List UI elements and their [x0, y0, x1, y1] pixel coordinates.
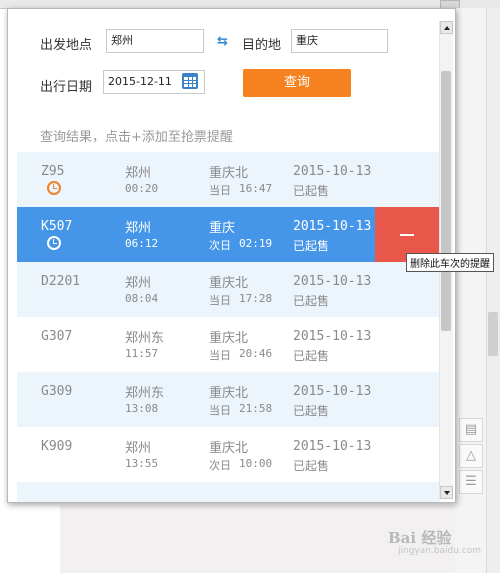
- train-row[interactable]: K909 郑州 13:55 重庆北 次日 10:00 2015-10-13 已起…: [17, 427, 440, 482]
- arrival-day: 次日: [209, 239, 231, 252]
- from-station: 郑州: [125, 276, 152, 291]
- train-row[interactable]: G309 郑州东 13:08 重庆北 当日 21:58 2015-10-13 已…: [17, 372, 440, 427]
- alarm-clock-icon[interactable]: [47, 181, 61, 195]
- departure-time: 13:55: [125, 457, 159, 470]
- departure-time: 13:08: [125, 402, 159, 415]
- sale-status: 已起售: [293, 239, 330, 253]
- arrival-time: 21:58: [239, 402, 273, 415]
- popup-scrollbar-thumb[interactable]: [441, 71, 451, 331]
- train-row[interactable]: D2201 郑州 08:04 重庆北 当日 17:28 2015-10-13 已…: [17, 262, 440, 317]
- from-station: 郑州: [125, 221, 152, 236]
- train-code: K507: [41, 219, 73, 234]
- query-button[interactable]: 查询: [243, 69, 351, 97]
- swap-icon[interactable]: ⇆: [217, 35, 233, 49]
- to-station: 重庆北: [209, 441, 249, 456]
- to-station: 重庆北: [209, 386, 249, 401]
- departure-label: 出发地点: [40, 38, 93, 53]
- scroll-up-arrow-icon[interactable]: [440, 21, 453, 34]
- arrival-time: 02:19: [239, 237, 273, 250]
- arrival-time: 16:47: [239, 182, 273, 195]
- scroll-down-arrow-icon[interactable]: [440, 486, 453, 499]
- sale-status: 已起售: [293, 404, 330, 418]
- train-code: G307: [41, 329, 73, 344]
- destination-label: 目的地: [242, 38, 282, 53]
- sale-date: 2015-10-13: [293, 384, 372, 399]
- results-hint: 查询结果，点击+添加至抢票提醒: [40, 130, 233, 145]
- from-station: 郑州东: [125, 386, 165, 401]
- to-station: 重庆: [209, 221, 236, 236]
- sale-status: 已起售: [293, 459, 330, 473]
- train-row-partial[interactable]: [17, 482, 440, 502]
- destination-input[interactable]: 重庆: [291, 29, 388, 53]
- up-arrow-icon[interactable]: △: [459, 444, 483, 468]
- page-scrollbar[interactable]: [486, 8, 500, 573]
- sale-date: 2015-10-13: [293, 329, 372, 344]
- sale-status: 已起售: [293, 184, 330, 198]
- departure-time: 11:57: [125, 347, 159, 360]
- list-icon[interactable]: ☰: [459, 470, 483, 494]
- ticket-reminder-popup: 出发地点 郑州 ⇆ 目的地 重庆 出行日期 2015-12-11 查询 查询结果…: [7, 8, 456, 503]
- sale-date: 2015-10-13: [293, 219, 372, 234]
- train-code: K909: [41, 439, 73, 454]
- to-station: 重庆北: [209, 331, 249, 346]
- date-label: 出行日期: [40, 80, 93, 95]
- watermark-logo: Bai 经验: [388, 529, 452, 547]
- page-scrollbar-thumb[interactable]: [488, 312, 498, 356]
- sale-status: 已起售: [293, 349, 330, 363]
- arrival-day: 当日: [209, 294, 231, 307]
- sale-status: 已起售: [293, 294, 330, 308]
- train-code: G309: [41, 384, 73, 399]
- arrival-day: 次日: [209, 459, 231, 472]
- train-row[interactable]: Z95 郑州 00:20 重庆北 当日 16:47 2015-10-13 已起售: [17, 152, 440, 207]
- arrival-time: 17:28: [239, 292, 273, 305]
- departure-time: 08:04: [125, 292, 159, 305]
- from-station: 郑州: [125, 166, 152, 181]
- departure-time: 00:20: [125, 182, 159, 195]
- watermark-url: jingyan.baidu.com: [398, 546, 482, 556]
- sale-date: 2015-10-13: [293, 164, 372, 179]
- from-station: 郑州东: [125, 331, 165, 346]
- arrival-time: 10:00: [239, 457, 273, 470]
- train-row-selected[interactable]: K507 郑州 06:12 重庆 次日 02:19 2015-10-13 已起售: [17, 207, 440, 262]
- sale-date: 2015-10-13: [293, 439, 372, 454]
- arrival-day: 当日: [209, 184, 231, 197]
- arrival-day: 当日: [209, 349, 231, 362]
- departure-time: 06:12: [125, 237, 159, 250]
- arrival-day: 当日: [209, 404, 231, 417]
- train-row[interactable]: G307 郑州东 11:57 重庆北 当日 20:46 2015-10-13 已…: [17, 317, 440, 372]
- from-station: 郑州: [125, 441, 152, 456]
- delete-tooltip: 删除此车次的提醒: [406, 253, 494, 272]
- side-toolbar: ▤ △ ☰: [459, 418, 483, 496]
- alarm-clock-icon[interactable]: [47, 236, 61, 250]
- sale-date: 2015-10-13: [293, 274, 372, 289]
- arrival-time: 20:46: [239, 347, 273, 360]
- train-code: Z95: [41, 164, 65, 179]
- chat-icon[interactable]: ▤: [459, 418, 483, 442]
- train-code: D2201: [41, 274, 81, 289]
- to-station: 重庆北: [209, 166, 249, 181]
- departure-input[interactable]: 郑州: [106, 29, 204, 53]
- calendar-icon[interactable]: [182, 73, 198, 89]
- to-station: 重庆北: [209, 276, 249, 291]
